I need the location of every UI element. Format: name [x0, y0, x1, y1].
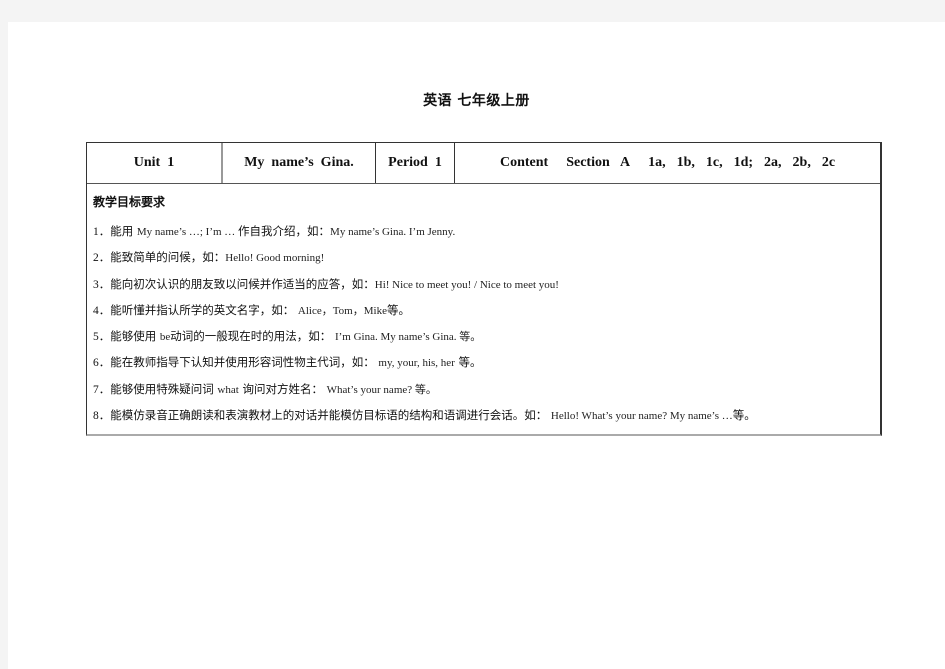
objective-text-cont: 动词的一般现在时的用法，如： [170, 329, 335, 344]
objective-example: Alice，Tom，Mike [297, 304, 387, 317]
objectives-list: 1．能用 My name’s …; I’m … 作自我介绍，如：My name’… [93, 218, 880, 428]
objective-item: 8．能模仿录音正确朗读和表演教材上的对话并能模仿目标语的结构和语调进行会话。如：… [93, 402, 880, 428]
objectives-heading: 教学目标要求 [93, 195, 166, 209]
objective-text: 能模仿录音正确朗读和表演教材上的对话并能模仿目标语的结构和语调进行会话。如： [110, 408, 551, 423]
objective-item: 4．能听懂并指认所学的英文名字，如： Alice，Tom，Mike等。 [93, 297, 880, 323]
document-page: 英语 七年级上册 Unit 1 My name’s Gina. Period 1… [8, 22, 945, 669]
content-cell: Content Section A 1a, 1b, 1c, 1d; 2a, 2b… [455, 143, 880, 183]
objective-item: 3．能向初次认识的朋友致以问候并作适当的应答，如：Hi! Nice to mee… [93, 271, 880, 297]
objective-text-cont: 等。 [732, 408, 756, 423]
objective-text-cont: 等。 [386, 302, 410, 317]
objective-text-cont: 作自我介绍，如： [238, 224, 331, 238]
objective-text: 能致简单的问候，如： [110, 250, 226, 265]
objective-text: 能用 [110, 224, 137, 238]
objective-text-cont: 询问对方姓名： [238, 381, 327, 396]
table-header-row: Unit 1 My name’s Gina. Period 1 Content … [87, 143, 880, 184]
content-parts: 1a, 1b, 1c, 1d; 2a, 2b, 2c [648, 155, 836, 170]
objective-item: 2．能致简单的问候，如：Hello! Good morning! [93, 244, 880, 270]
objective-number: 1． [93, 226, 111, 238]
objective-example: My name’s …; I’m … [136, 226, 239, 238]
objective-example-cont: What’s your name? 等。 [326, 383, 437, 396]
objective-number: 5． [93, 331, 111, 344]
objective-example: Hello! Good morning! [225, 252, 325, 265]
objective-example: Hi! Nice to meet you! / Nice to meet you… [374, 278, 559, 291]
objective-example: be [159, 331, 171, 344]
content-label: Content [499, 155, 549, 170]
unit-cell: Unit 1 [87, 143, 223, 183]
objective-number: 2． [93, 252, 111, 265]
objective-text: 能在教师指导下认知并使用形容词性物主代词，如： [110, 355, 379, 370]
objective-item: 1．能用 My name’s …; I’m … 作自我介绍，如：My name’… [93, 218, 880, 244]
objective-text: 能听懂并指认所学的英文名字，如： [110, 302, 298, 317]
objective-number: 8． [93, 410, 111, 423]
lesson-plan-table: Unit 1 My name’s Gina. Period 1 Content … [86, 142, 882, 437]
objective-number: 3． [93, 278, 111, 291]
period-cell: Period 1 [376, 143, 455, 183]
objective-text: 能够使用 [110, 329, 160, 344]
objective-number: 7． [93, 383, 111, 396]
lesson-title-cell: My name’s Gina. [223, 143, 376, 183]
objective-item: 7．能够使用特殊疑问词 what 询问对方姓名： What’s your nam… [93, 376, 880, 402]
objective-number: 4． [93, 304, 111, 317]
objective-text: 能够使用特殊疑问词 [110, 381, 218, 396]
objectives-cell: 教学目标要求 1．能用 My name’s …; I’m … 作自我介绍，如：M… [87, 184, 880, 434]
objective-text-cont: 等。 [454, 355, 482, 370]
objective-example: my, your, his, her [378, 357, 455, 370]
objective-item: 6．能在教师指导下认知并使用形容词性物主代词，如： my, your, his,… [93, 349, 880, 375]
objective-example: Hello! What’s your name? My name’s … [550, 410, 733, 423]
document-title: 英语 七年级上册 [423, 93, 530, 109]
objective-item: 5．能够使用 be动词的一般现在时的用法，如： I’m Gina. My nam… [93, 323, 880, 349]
objective-example-cont: My name’s Gina. I’m Jenny. [330, 226, 456, 238]
section-label: Section A [566, 155, 631, 170]
objective-example: what [217, 383, 239, 396]
objective-example-cont: I’m Gina. My name’s Gina. 等。 [334, 331, 482, 344]
objective-text: 能向初次认识的朋友致以问候并作适当的应答，如： [110, 276, 375, 291]
objective-number: 6． [93, 357, 111, 370]
